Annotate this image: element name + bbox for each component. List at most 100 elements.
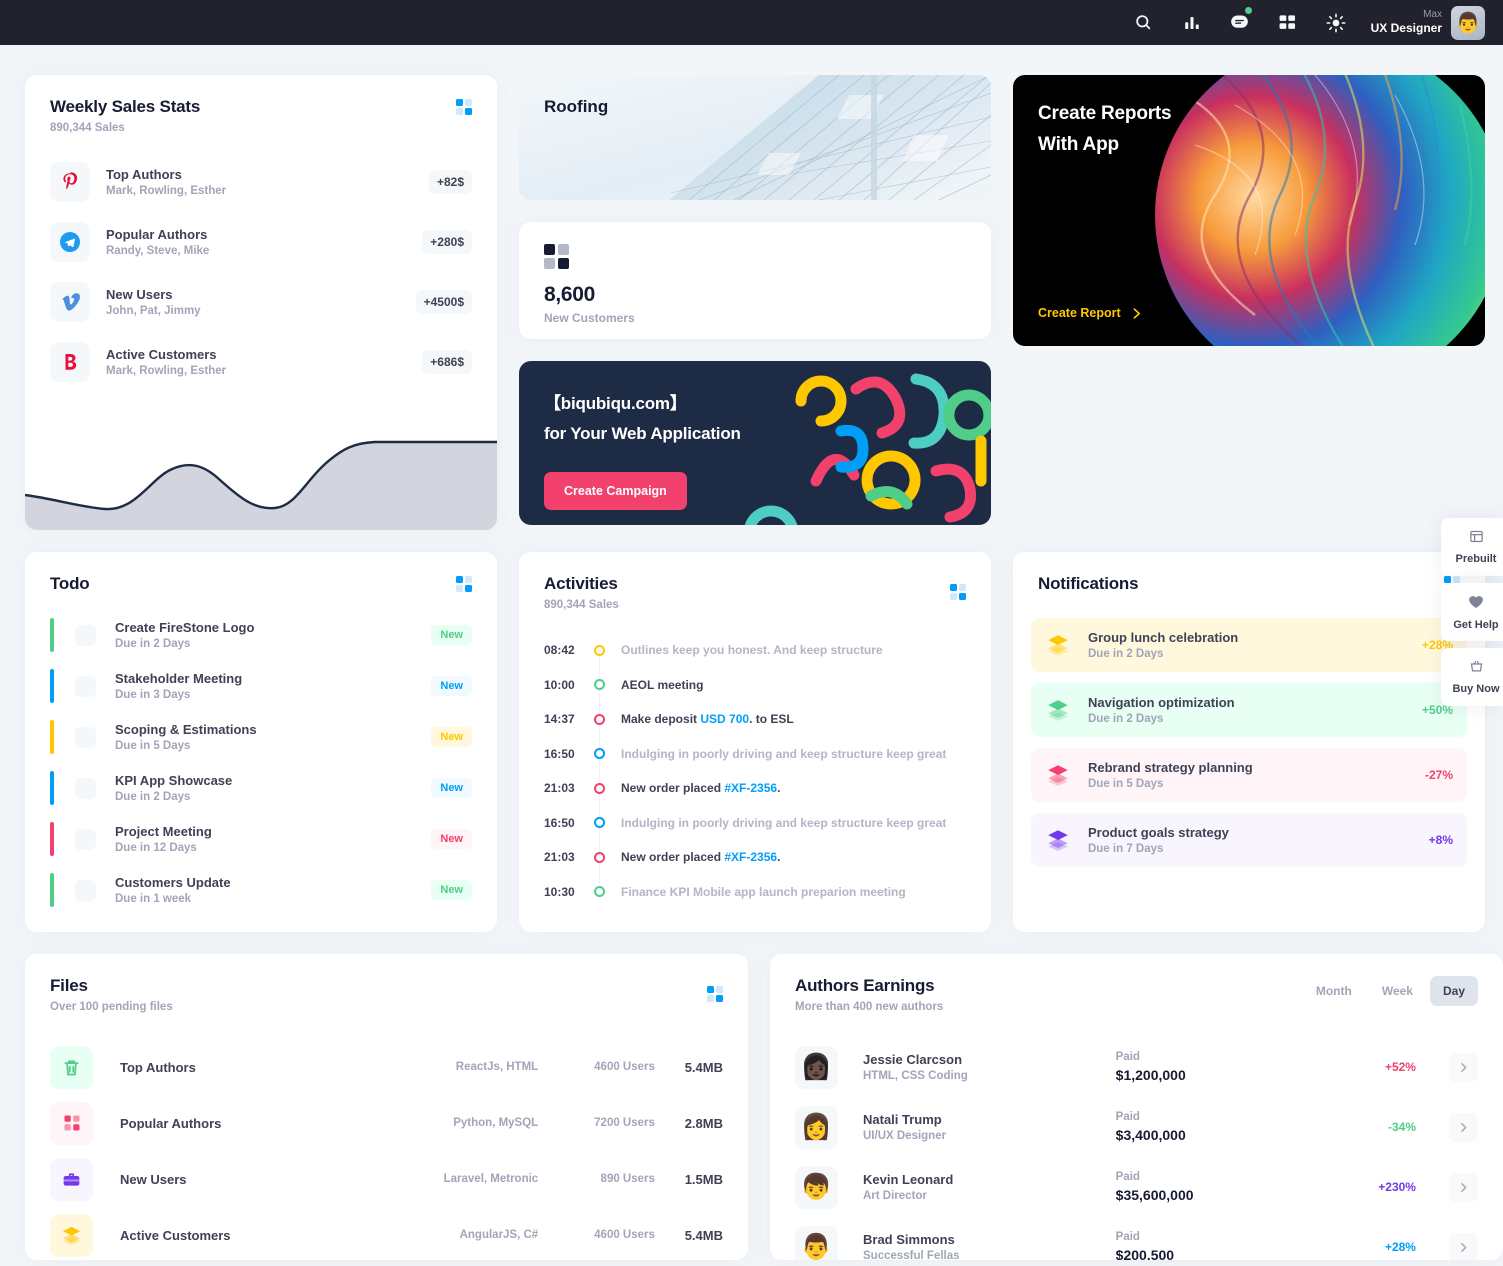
chevron-right-icon: [1133, 307, 1140, 319]
buy-now-button[interactable]: Buy Now: [1441, 648, 1503, 706]
card-menu-icon[interactable]: [707, 986, 723, 1002]
list-item[interactable]: New Users John, Pat, Jimmy +4500$: [50, 282, 472, 322]
list-item[interactable]: Stakeholder Meeting Due in 3 Days New: [50, 669, 472, 703]
todo-checkbox[interactable]: [75, 624, 96, 646]
list-item[interactable]: 21:03 New order placed #XF-2356.: [544, 771, 966, 806]
chart-bar-icon[interactable]: [1179, 10, 1205, 36]
list-item[interactable]: Rebrand strategy planning Due in 5 Days …: [1031, 748, 1467, 802]
table-row[interactable]: 👨 Brad Simmons Successful Fellas Paid $2…: [795, 1217, 1478, 1260]
activity-time: 21:03: [544, 850, 575, 865]
create-campaign-button[interactable]: Create Campaign: [544, 472, 687, 510]
list-item[interactable]: Scoping & Estimations Due in 5 Days New: [50, 720, 472, 754]
table-row[interactable]: 👩 Natali Trump UI/UX Designer Paid $3,40…: [795, 1097, 1478, 1157]
table-row[interactable]: 👩🏿 Jessie Clarcson HTML, CSS Coding Paid…: [795, 1037, 1478, 1097]
chevron-right-icon[interactable]: [1448, 1112, 1478, 1142]
list-item[interactable]: Customers Update Due in 1 week New: [50, 873, 472, 907]
basket-icon: [1469, 659, 1484, 678]
list-item[interactable]: Create FireStone Logo Due in 2 Days New: [50, 618, 472, 652]
prebuilt-button[interactable]: Prebuilt: [1441, 518, 1503, 576]
author-info: Brad Simmons Successful Fellas: [863, 1232, 1116, 1260]
tab-month[interactable]: Month: [1303, 976, 1365, 1006]
weekly-sales-header: Weekly Sales Stats 890,344 Sales: [25, 75, 497, 134]
avatar-glyph: 👨: [800, 1232, 833, 1261]
list-item[interactable]: 16:50 Indulging in poorly driving and ke…: [544, 806, 966, 841]
list-item[interactable]: 16:50 Indulging in poorly driving and ke…: [544, 737, 966, 772]
list-item[interactable]: 08:42 Outlines keep you honest. And keep…: [544, 633, 966, 668]
todo-text: KPI App Showcase Due in 2 Days: [115, 773, 431, 803]
list-item-amount: +280$: [422, 230, 472, 254]
list-item[interactable]: Project Meeting Due in 12 Days New: [50, 822, 472, 856]
todo-checkbox[interactable]: [75, 675, 96, 697]
card-menu-icon[interactable]: [456, 99, 472, 115]
search-icon[interactable]: [1131, 10, 1157, 36]
paid-label: Paid: [1115, 1111, 1140, 1123]
todo-checkbox[interactable]: [75, 726, 96, 748]
chevron-right-icon[interactable]: [1448, 1172, 1478, 1202]
todo-checkbox[interactable]: [75, 777, 96, 799]
user-profile[interactable]: Max UX Designer 👨: [1371, 5, 1485, 40]
file-tech: ReactJs, HTML: [455, 1061, 539, 1073]
list-item[interactable]: Navigation optimization Due in 2 Days +5…: [1031, 683, 1467, 737]
table-row[interactable]: Popular Authors Python, MySQL 7200 Users…: [50, 1095, 723, 1151]
roofing-card[interactable]: Roofing: [519, 75, 991, 200]
list-item-members: Randy, Steve, Mike: [106, 245, 210, 257]
activity-text-before: New order placed: [621, 781, 725, 796]
chat-icon[interactable]: [1227, 6, 1253, 36]
todo-text: Customers Update Due in 1 week: [115, 875, 431, 905]
list-item-members: Mark, Rowling, Esther: [106, 365, 227, 377]
list-item[interactable]: Top Authors Mark, Rowling, Esther +82$: [50, 162, 472, 202]
get-help-button[interactable]: Get Help: [1441, 583, 1503, 641]
list-item[interactable]: 10:30 Finance KPI Mobile app launch prep…: [544, 875, 966, 910]
activity-link[interactable]: #XF-2356: [724, 781, 777, 795]
timeline-dot: [594, 851, 605, 863]
list-item-text: Top Authors Mark, Rowling, Esther: [106, 167, 429, 197]
activity-text-before: Make deposit: [621, 712, 701, 727]
prebuilt-label: Prebuilt: [1455, 553, 1497, 565]
todo-checkbox[interactable]: [75, 879, 96, 901]
list-item[interactable]: KPI App Showcase Due in 2 Days New: [50, 771, 472, 805]
layers-icon: [1048, 830, 1068, 851]
table-row[interactable]: Top Authors ReactJs, HTML 4600 Users 5.4…: [50, 1039, 723, 1095]
activity-link[interactable]: #XF-2356: [724, 850, 777, 864]
todo-checkbox[interactable]: [75, 828, 96, 850]
notification-text: Navigation optimization Due in 2 Days: [1088, 695, 1422, 725]
notifications-title: Notifications: [1038, 574, 1139, 593]
avatar-glyph: 👦: [800, 1172, 833, 1201]
notification-name: Group lunch celebration: [1088, 630, 1239, 645]
table-row[interactable]: Active Customers AngularJS, C# 4600 User…: [50, 1207, 723, 1260]
list-item[interactable]: Active Customers Mark, Rowling, Esther +…: [50, 342, 472, 382]
status-badge: New: [431, 676, 472, 696]
list-item[interactable]: 14:37 Make deposit USD 700. to ESL: [544, 702, 966, 737]
list-item[interactable]: Product goals strategy Due in 7 Days +8%: [1031, 813, 1467, 867]
activity-text: Finance KPI Mobile app launch preparion …: [621, 884, 906, 899]
layers-icon: [1048, 635, 1068, 656]
priority-bar: [50, 720, 54, 754]
todo-text: Scoping & Estimations Due in 5 Days: [115, 722, 431, 752]
todo-name: Stakeholder Meeting: [115, 671, 243, 686]
avatar: 👩🏿: [795, 1045, 838, 1089]
card-menu-icon[interactable]: [950, 584, 966, 600]
buy-now-label: Buy Now: [1452, 683, 1500, 695]
create-report-link[interactable]: Create Report: [1038, 306, 1143, 320]
tab-week[interactable]: Week: [1369, 976, 1426, 1006]
avatar: 👩: [795, 1105, 838, 1149]
list-item[interactable]: Group lunch celebration Due in 2 Days +2…: [1031, 618, 1467, 672]
list-item[interactable]: 10:00 AEOL meeting: [544, 668, 966, 703]
activity-link[interactable]: USD 700: [700, 712, 749, 726]
card-menu-icon[interactable]: [456, 576, 472, 592]
tab-day[interactable]: Day: [1429, 976, 1478, 1006]
notification-percent: +8%: [1428, 833, 1453, 847]
table-row[interactable]: 👦 Kevin Leonard Art Director Paid $35,60…: [795, 1157, 1478, 1217]
status-badge: New: [431, 778, 472, 798]
table-row[interactable]: New Users Laravel, Metronic 890 Users 1.…: [50, 1151, 723, 1207]
author-role: HTML, CSS Coding: [863, 1070, 968, 1082]
status-badge: New: [431, 880, 472, 900]
theme-brightness-icon[interactable]: [1323, 10, 1349, 36]
apps-grid-icon[interactable]: [1275, 10, 1301, 36]
list-item[interactable]: Popular Authors Randy, Steve, Mike +280$: [50, 222, 472, 262]
chevron-right-icon[interactable]: [1448, 1232, 1478, 1260]
timeline-dot: [594, 713, 605, 725]
chevron-right-icon[interactable]: [1448, 1052, 1478, 1082]
avatar[interactable]: 👨: [1451, 5, 1485, 40]
list-item[interactable]: 21:03 New order placed #XF-2356.: [544, 840, 966, 875]
